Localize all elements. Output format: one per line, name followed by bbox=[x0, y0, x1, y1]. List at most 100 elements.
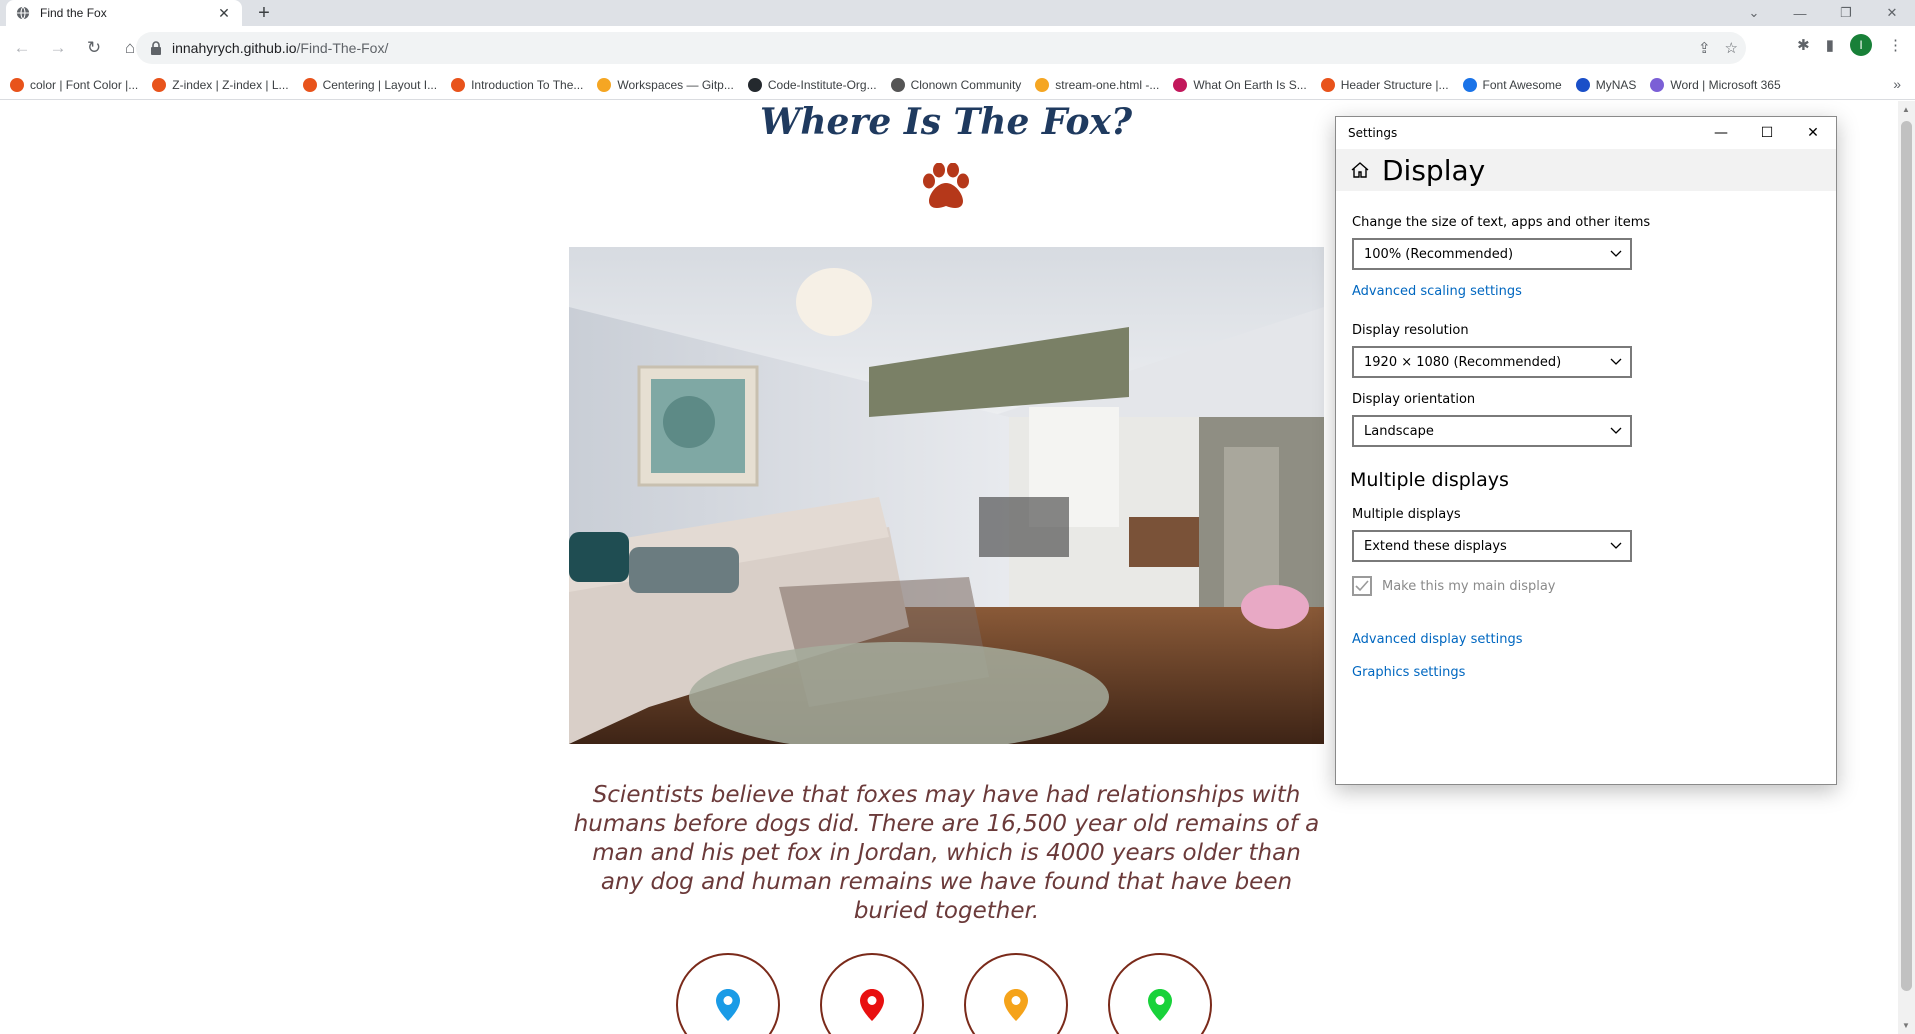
menu-icon[interactable]: ⋮ bbox=[1888, 36, 1903, 54]
bookmark-favicon-icon bbox=[747, 77, 762, 92]
restore-button[interactable]: ❐ bbox=[1823, 0, 1869, 26]
bookmark-favicon-icon bbox=[1173, 77, 1188, 92]
browser-tab[interactable]: Find the Fox ✕ bbox=[6, 0, 242, 26]
location-pins bbox=[676, 953, 1212, 1034]
resolution-dropdown[interactable]: 1920 × 1080 (Recommended) bbox=[1352, 346, 1632, 378]
orientation-value: Landscape bbox=[1364, 423, 1434, 439]
resolution-label: Display resolution bbox=[1352, 323, 1469, 338]
reload-button[interactable]: ↻ bbox=[80, 34, 108, 62]
bookmark-item[interactable]: What On Earth Is S... bbox=[1173, 77, 1307, 92]
chevron-down-icon bbox=[1610, 427, 1622, 434]
multiple-displays-heading: Multiple displays bbox=[1350, 469, 1509, 491]
scroll-up-icon[interactable]: ▲ bbox=[1902, 105, 1910, 114]
bookmark-label: stream-one.html -... bbox=[1055, 77, 1160, 92]
settings-close-button[interactable]: ✕ bbox=[1790, 117, 1836, 149]
bookmark-item[interactable]: color | Font Color |... bbox=[10, 77, 139, 92]
bookmark-favicon-icon bbox=[1575, 77, 1590, 92]
window-controls: ⌄ — ❐ ✕ bbox=[1731, 0, 1915, 26]
chevron-down-icon bbox=[1610, 358, 1622, 365]
bookmark-favicon-icon bbox=[1035, 77, 1050, 92]
advanced-scaling-link[interactable]: Advanced scaling settings bbox=[1352, 284, 1836, 299]
bookmark-label: MyNAS bbox=[1595, 77, 1637, 92]
orientation-dropdown[interactable]: Landscape bbox=[1352, 415, 1632, 447]
multiple-displays-value: Extend these displays bbox=[1364, 538, 1507, 554]
bookmark-label: Introduction To The... bbox=[471, 77, 584, 92]
bookmark-item[interactable]: stream-one.html -... bbox=[1035, 77, 1160, 92]
scale-dropdown[interactable]: 100% (Recommended) bbox=[1352, 238, 1632, 270]
bookmark-item[interactable]: Code-Institute-Org... bbox=[747, 77, 877, 92]
pin-green-button[interactable] bbox=[1108, 953, 1212, 1034]
bookmark-favicon-icon bbox=[451, 77, 466, 92]
graphics-settings-link[interactable]: Graphics settings bbox=[1352, 665, 1836, 680]
profile-avatar[interactable]: I bbox=[1850, 34, 1872, 56]
url-text: innahyrych.github.io/Find-The-Fox/ bbox=[172, 40, 388, 56]
checkbox-box bbox=[1352, 576, 1372, 596]
close-tab-icon[interactable]: ✕ bbox=[216, 5, 232, 22]
resolution-value: 1920 × 1080 (Recommended) bbox=[1364, 354, 1562, 370]
bookmark-label: Code-Institute-Org... bbox=[767, 77, 877, 92]
chevron-down-icon bbox=[1610, 250, 1622, 257]
settings-window-title: Settings bbox=[1348, 126, 1398, 140]
main-display-label: Make this my main display bbox=[1382, 578, 1556, 594]
bookmark-item[interactable]: Centering | Layout I... bbox=[302, 77, 438, 92]
scrollbar-thumb[interactable] bbox=[1901, 121, 1912, 991]
pin-orange-button[interactable] bbox=[964, 953, 1068, 1034]
settings-body: Change the size of text, apps and other … bbox=[1336, 191, 1836, 680]
orientation-label: Display orientation bbox=[1352, 392, 1476, 407]
tab-title: Find the Fox bbox=[40, 6, 107, 20]
map-pin-icon bbox=[1148, 989, 1172, 1021]
bookmark-item[interactable]: Word | Microsoft 365 bbox=[1650, 77, 1781, 92]
bookmark-favicon-icon bbox=[1650, 77, 1665, 92]
scale-value: 100% (Recommended) bbox=[1364, 246, 1514, 262]
more-bookmarks-button[interactable]: » bbox=[1893, 76, 1901, 92]
settings-maximize-button[interactable]: ☐ bbox=[1744, 117, 1790, 149]
forward-button[interactable]: → bbox=[44, 34, 72, 62]
bookmark-item[interactable]: Z-index | Z-index | L... bbox=[152, 77, 289, 92]
lock-icon bbox=[151, 41, 161, 55]
settings-minimize-button[interactable]: — bbox=[1698, 117, 1744, 149]
bookmark-item[interactable]: MyNAS bbox=[1575, 77, 1637, 92]
bookmark-item[interactable]: Clonown Community bbox=[890, 77, 1022, 92]
close-window-button[interactable]: ✕ bbox=[1869, 0, 1915, 26]
bookmark-item[interactable]: Workspaces — Gitp... bbox=[597, 77, 734, 92]
bookmark-favicon-icon bbox=[152, 77, 167, 92]
bookmark-favicon-icon bbox=[302, 77, 317, 92]
scale-label: Change the size of text, apps and other … bbox=[1352, 215, 1651, 230]
main-display-checkbox[interactable]: Make this my main display bbox=[1352, 576, 1836, 596]
extensions-icon[interactable]: ✱ bbox=[1797, 36, 1810, 54]
new-tab-button[interactable]: + bbox=[252, 2, 276, 24]
minimize-button[interactable]: — bbox=[1777, 0, 1823, 26]
bookmark-star-icon[interactable]: ☆ bbox=[1725, 39, 1738, 57]
pin-red-button[interactable] bbox=[820, 953, 924, 1034]
share-icon[interactable]: ⇪ bbox=[1698, 39, 1711, 57]
bookmark-item[interactable]: Introduction To The... bbox=[451, 77, 584, 92]
bookmark-favicon-icon bbox=[597, 77, 612, 92]
bookmark-label: Header Structure |... bbox=[1340, 77, 1449, 92]
map-pin-icon bbox=[716, 989, 740, 1021]
bookmark-item[interactable]: Header Structure |... bbox=[1320, 77, 1449, 92]
bookmark-item[interactable]: Font Awesome bbox=[1462, 77, 1562, 92]
bookmark-label: color | Font Color |... bbox=[30, 77, 139, 92]
advanced-display-link[interactable]: Advanced display settings bbox=[1352, 632, 1836, 647]
address-bar[interactable]: innahyrych.github.io/Find-The-Fox/ ⇪ ☆ bbox=[136, 32, 1746, 64]
bookmark-favicon-icon bbox=[1320, 77, 1335, 92]
multiple-displays-label: Multiple displays bbox=[1352, 507, 1461, 522]
home-icon[interactable] bbox=[1350, 160, 1370, 180]
multiple-displays-dropdown[interactable]: Extend these displays bbox=[1352, 530, 1632, 562]
bookmark-label: Workspaces — Gitp... bbox=[617, 77, 734, 92]
settings-window: Settings — ☐ ✕ Display Change the size o… bbox=[1335, 116, 1837, 785]
side-panel-icon[interactable]: ▮ bbox=[1826, 36, 1834, 54]
tab-strip: Find the Fox ✕ + ⌄ — ❐ ✕ bbox=[0, 0, 1915, 26]
living-room-photo bbox=[569, 247, 1324, 744]
bookmark-label: Clonown Community bbox=[910, 77, 1022, 92]
tab-search-icon[interactable]: ⌄ bbox=[1731, 0, 1777, 26]
bookmarks-bar: color | Font Color |... Z-index | Z-index… bbox=[0, 70, 1915, 100]
pin-blue-button[interactable] bbox=[676, 953, 780, 1034]
bookmark-favicon-icon bbox=[1462, 77, 1477, 92]
page-scrollbar[interactable]: ▲ ▼ bbox=[1898, 101, 1915, 1034]
chevron-down-icon bbox=[1610, 542, 1622, 549]
bookmark-label: What On Earth Is S... bbox=[1193, 77, 1307, 92]
bookmark-label: Centering | Layout I... bbox=[322, 77, 438, 92]
back-button[interactable]: ← bbox=[8, 34, 36, 62]
scroll-down-icon[interactable]: ▼ bbox=[1902, 1021, 1910, 1030]
